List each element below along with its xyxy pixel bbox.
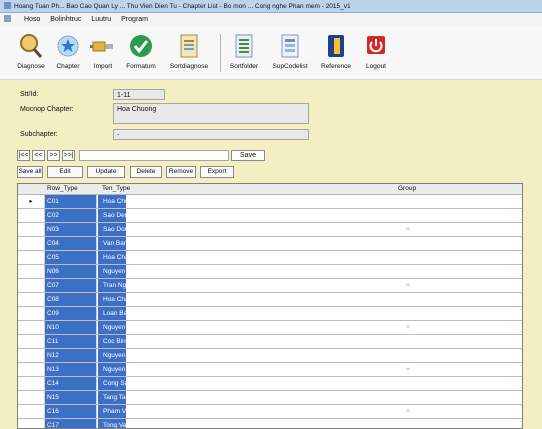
grid-header-row-type[interactable]: Row_Type [47, 184, 78, 194]
window-titlebar: Hoang Tuan Ph... Bao Cao Quan Ly ... Thu… [0, 0, 542, 13]
table-row[interactable]: N06 Nguyen Hoang Anh [18, 265, 522, 279]
table-row[interactable]: C07 Tran Ngoc + [18, 279, 522, 293]
table-row[interactable]: C09 Loan Bang [18, 307, 522, 321]
table-row[interactable]: C17 Tong Van Ngo Tran Van Tho Tien [18, 419, 522, 428]
supcodelist-button[interactable]: SupCodelist [266, 32, 314, 70]
subchapter-label: Subchapter: [20, 131, 58, 138]
table-row[interactable]: C04 Van Bang [18, 237, 522, 251]
star-globe-icon [55, 32, 81, 60]
table-row[interactable]: C02 Sao Den [18, 209, 522, 223]
document-icon [176, 32, 202, 60]
menu-item-program[interactable]: Program [121, 13, 148, 26]
table-row[interactable]: N13 Nguyen Hoang Anh + [18, 363, 522, 377]
stt-field[interactable]: 1-11 [113, 89, 165, 100]
edit-button[interactable]: Edit [47, 166, 83, 178]
menu-item-bolinhtruc[interactable]: Bolinhtruc [50, 13, 81, 26]
chapter-label: Mocnop Chapter: [20, 106, 74, 113]
table-row[interactable]: N12 Nguyen Thanh Tuan Tung Thanh Nguyen H… [18, 349, 522, 363]
menu-item-luutru[interactable]: Luutru [91, 13, 111, 26]
search-input[interactable] [79, 150, 229, 161]
remove-button[interactable]: Remove [166, 166, 196, 178]
save-button[interactable]: Save [231, 150, 265, 161]
sortfolder-button[interactable]: Sortfolder [226, 32, 262, 70]
table-row[interactable]: N15 Tang Tan Thanh Binh Vu Do Bang Duc Ng… [18, 391, 522, 405]
chapter-button[interactable]: Chapter [52, 32, 84, 70]
formatum-button[interactable]: Formatum [122, 32, 160, 70]
menu-bar: Hoso Bolinhtruc Luutru Program [0, 13, 542, 26]
grid-header-ten-type[interactable]: Ten_Type [102, 184, 130, 194]
window-title: Hoang Tuan Ph... Bao Cao Quan Ly ... Thu… [14, 3, 351, 10]
table-row[interactable]: C16 Pham Van Chinh Son Thai Lan + [18, 405, 522, 419]
stt-label: Stt/Id: [20, 91, 39, 98]
toolbar-separator [220, 34, 221, 72]
export-button[interactable]: Export [200, 166, 234, 178]
green-check-icon [128, 32, 154, 60]
next-record-button[interactable]: >> [47, 150, 60, 161]
chapter-field[interactable]: Hoa Chuong [113, 103, 309, 124]
magnifier-icon [18, 32, 44, 60]
sortdiagnose-button[interactable]: Sortdiagnose [164, 32, 214, 70]
table-row[interactable]: N10 Nguyen Van Khanh + [18, 321, 522, 335]
table-row[interactable]: C08 Hoa Chan Chuong Sao [18, 293, 522, 307]
grid-header: Row_Type Ten_Type Group [18, 184, 522, 195]
table-row[interactable]: ▸ C01 Hoa Chuong [18, 195, 522, 209]
chapter-grid[interactable]: Row_Type Ten_Type Group ▸ C01 Hoa Chuong C… [17, 183, 523, 429]
first-record-button[interactable]: |<< [17, 150, 30, 161]
table-row[interactable]: C11 Coc Binh Chuong Kieu Hoa Sao Chi [18, 335, 522, 349]
table-row[interactable]: C05 Hoa Chan [18, 251, 522, 265]
delete-button[interactable]: Delete [130, 166, 162, 178]
prev-record-button[interactable]: << [32, 150, 45, 161]
diagnose-button[interactable]: Diagnose [14, 32, 48, 70]
table-row[interactable]: N03 Sao Dong + [18, 223, 522, 237]
update-button[interactable]: Update [87, 166, 125, 178]
stack-list-icon [231, 32, 257, 60]
power-icon [363, 32, 389, 60]
subchapter-field[interactable]: - [113, 129, 309, 140]
import-button[interactable]: Import [88, 32, 118, 70]
logout-button[interactable]: Logout [360, 32, 392, 70]
menu-app-icon [4, 15, 11, 22]
row-marker: ▸ [18, 195, 45, 208]
last-record-button[interactable]: >>| [62, 150, 75, 161]
table-row[interactable]: C14 Cong Sao Duong Dien Cong Hoang [18, 377, 522, 391]
toolbar: Diagnose Chapter Import Formatum Sortdia… [0, 26, 542, 80]
table-list-icon [277, 32, 303, 60]
save-all-button[interactable]: Save all [17, 166, 43, 178]
connector-icon [90, 32, 116, 60]
reference-button[interactable]: Reference [316, 32, 356, 70]
menu-item-hoso[interactable]: Hoso [24, 13, 40, 26]
app-icon [4, 2, 11, 9]
book-icon [323, 32, 349, 60]
grid-header-group[interactable]: Group [398, 184, 416, 194]
